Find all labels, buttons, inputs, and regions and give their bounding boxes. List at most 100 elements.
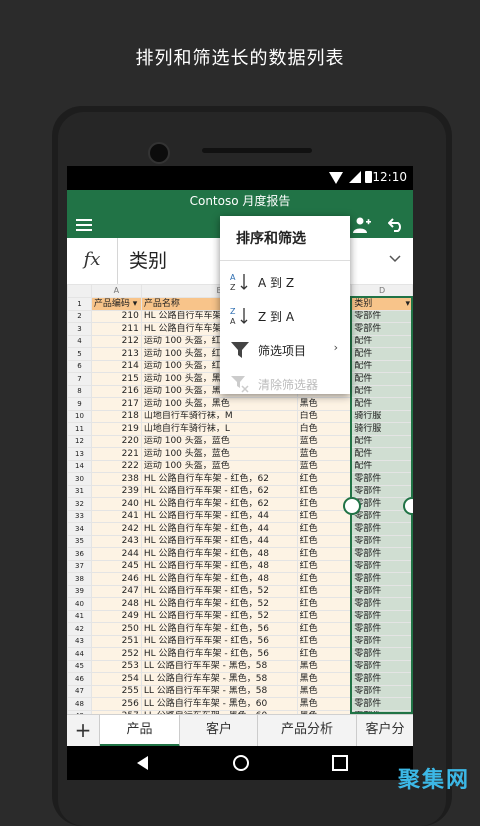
row-number[interactable]: 1 bbox=[67, 297, 92, 311]
tab-product-analysis[interactable]: 产品分析 bbox=[258, 715, 357, 746]
cell-product-code[interactable]: 250 bbox=[90, 622, 142, 636]
cell-color[interactable]: 红色 bbox=[296, 572, 353, 586]
cell-color[interactable]: 红色 bbox=[296, 484, 353, 498]
cell-product-name[interactable]: 山地自行车骑行袜，M bbox=[140, 409, 298, 423]
header-cell-category[interactable]: 类别 ▾ bbox=[351, 297, 413, 311]
cell-product-name[interactable]: HL 公路自行车车架 - 红色，56 bbox=[140, 634, 298, 648]
cell-category[interactable]: 零部件 bbox=[351, 597, 413, 611]
cell-category[interactable]: 零部件 bbox=[351, 322, 413, 336]
cell-product-code[interactable]: 217 bbox=[90, 397, 142, 411]
cell-product-code[interactable]: 251 bbox=[90, 634, 142, 648]
cell-category[interactable]: 零部件 bbox=[351, 309, 413, 323]
add-sheet-button[interactable]: + bbox=[67, 715, 100, 746]
cell-product-name[interactable]: HL 公路自行车车架 - 红色，62 bbox=[140, 497, 298, 511]
cell-product-name[interactable]: HL 公路自行车车架 - 红色，62 bbox=[140, 484, 298, 498]
cell-category[interactable]: 零部件 bbox=[351, 659, 413, 673]
cell-product-name[interactable]: HL 公路自行车车架 - 红色，56 bbox=[140, 622, 298, 636]
cell-product-code[interactable]: 210 bbox=[90, 309, 142, 323]
cell-product-code[interactable]: 241 bbox=[90, 509, 142, 523]
cell-product-name[interactable]: 运动 100 头盔，蓝色 bbox=[140, 434, 298, 448]
row-number[interactable]: 4 bbox=[67, 334, 92, 348]
cell-color[interactable]: 红色 bbox=[296, 472, 353, 486]
cell-product-code[interactable]: 246 bbox=[90, 572, 142, 586]
cell-product-name[interactable]: LL 公路自行车车架 - 黑色，58 bbox=[140, 659, 298, 673]
tab-product[interactable]: 产品 bbox=[100, 715, 180, 746]
cell-product-code[interactable]: 252 bbox=[90, 647, 142, 661]
cell-product-code[interactable]: 219 bbox=[90, 422, 142, 436]
cell-product-code[interactable]: 242 bbox=[90, 522, 142, 536]
cell-product-code[interactable]: 212 bbox=[90, 334, 142, 348]
row-number[interactable]: 48 bbox=[67, 697, 92, 711]
header-cell-code[interactable]: 产品编码 ▾ bbox=[90, 297, 142, 311]
cell-product-name[interactable]: HL 公路自行车车架 - 红色，48 bbox=[140, 547, 298, 561]
cell-category[interactable]: 骑行服 bbox=[351, 422, 413, 436]
cell-category[interactable]: 零部件 bbox=[351, 472, 413, 486]
cell-product-code[interactable]: 215 bbox=[90, 372, 142, 386]
cell-product-name[interactable]: HL 公路自行车车架 - 红色，52 bbox=[140, 609, 298, 623]
cell-category[interactable]: 零部件 bbox=[351, 609, 413, 623]
cell-product-code[interactable]: 245 bbox=[90, 559, 142, 573]
cell-color[interactable]: 红色 bbox=[296, 634, 353, 648]
cell-product-code[interactable]: 255 bbox=[90, 684, 142, 698]
cell-product-code[interactable]: 238 bbox=[90, 472, 142, 486]
row-number[interactable]: 44 bbox=[67, 647, 92, 661]
row-number[interactable]: 14 bbox=[67, 459, 92, 473]
row-number[interactable]: 34 bbox=[67, 522, 92, 536]
cell-category[interactable]: 配件 bbox=[351, 372, 413, 386]
cell-category[interactable]: 零部件 bbox=[351, 584, 413, 598]
cell-category[interactable]: 零部件 bbox=[351, 622, 413, 636]
cell-category[interactable]: 零部件 bbox=[351, 672, 413, 686]
back-icon[interactable] bbox=[137, 756, 148, 770]
cell-category[interactable]: 配件 bbox=[351, 359, 413, 373]
cell-category[interactable]: 配件 bbox=[351, 334, 413, 348]
corner-cell[interactable] bbox=[67, 284, 92, 298]
cell-product-code[interactable]: 211 bbox=[90, 322, 142, 336]
row-number[interactable]: 33 bbox=[67, 509, 92, 523]
row-number[interactable]: 38 bbox=[67, 572, 92, 586]
cell-color[interactable]: 蓝色 bbox=[296, 447, 353, 461]
cell-color[interactable]: 黑色 bbox=[296, 684, 353, 698]
menu-item-filter-items[interactable]: 筛选项目 › bbox=[220, 332, 350, 366]
row-number[interactable]: 36 bbox=[67, 547, 92, 561]
cell-product-name[interactable]: HL 公路自行车车架 - 红色，44 bbox=[140, 509, 298, 523]
row-number[interactable]: 9 bbox=[67, 397, 92, 411]
row-number[interactable]: 7 bbox=[67, 372, 92, 386]
cell-color[interactable]: 红色 bbox=[296, 622, 353, 636]
cell-product-name[interactable]: 运动 100 头盔，蓝色 bbox=[140, 447, 298, 461]
row-number[interactable]: 31 bbox=[67, 484, 92, 498]
row-number[interactable]: 30 bbox=[67, 472, 92, 486]
cell-category[interactable]: 零部件 bbox=[351, 572, 413, 586]
cell-product-code[interactable]: 249 bbox=[90, 609, 142, 623]
row-number[interactable]: 43 bbox=[67, 634, 92, 648]
cell-product-name[interactable]: HL 公路自行车车架 - 红色，44 bbox=[140, 522, 298, 536]
row-number[interactable]: 13 bbox=[67, 447, 92, 461]
tab-customer-analysis[interactable]: 客户分 bbox=[357, 715, 413, 746]
cell-color[interactable]: 红色 bbox=[296, 547, 353, 561]
cell-product-code[interactable]: 243 bbox=[90, 534, 142, 548]
cell-product-code[interactable]: 239 bbox=[90, 484, 142, 498]
filter-dropdown-icon[interactable]: ▾ bbox=[405, 299, 410, 309]
cell-color[interactable]: 黑色 bbox=[296, 659, 353, 673]
cell-category[interactable]: 零部件 bbox=[351, 559, 413, 573]
cell-product-name[interactable]: 山地自行车骑行袜，L bbox=[140, 422, 298, 436]
cell-category[interactable]: 零部件 bbox=[351, 647, 413, 661]
cell-color[interactable]: 红色 bbox=[296, 647, 353, 661]
cell-category[interactable]: 零部件 bbox=[351, 697, 413, 711]
cell-category[interactable]: 零部件 bbox=[351, 534, 413, 548]
cell-category[interactable]: 配件 bbox=[351, 397, 413, 411]
row-number[interactable]: 2 bbox=[67, 309, 92, 323]
cell-category[interactable]: 配件 bbox=[351, 347, 413, 361]
cell-category[interactable]: 零部件 bbox=[351, 509, 413, 523]
cell-product-name[interactable]: HL 公路自行车车架 - 红色，48 bbox=[140, 559, 298, 573]
hamburger-menu-icon[interactable] bbox=[69, 212, 99, 238]
cell-category[interactable]: 骑行服 bbox=[351, 409, 413, 423]
cell-product-code[interactable]: 222 bbox=[90, 459, 142, 473]
home-icon[interactable] bbox=[233, 755, 249, 771]
row-number[interactable]: 42 bbox=[67, 622, 92, 636]
column-header[interactable]: D bbox=[351, 284, 413, 298]
cell-color[interactable]: 白色 bbox=[296, 422, 353, 436]
cell-color[interactable]: 红色 bbox=[296, 609, 353, 623]
cell-color[interactable]: 红色 bbox=[296, 509, 353, 523]
cell-category[interactable]: 零部件 bbox=[351, 522, 413, 536]
cell-color[interactable]: 蓝色 bbox=[296, 459, 353, 473]
